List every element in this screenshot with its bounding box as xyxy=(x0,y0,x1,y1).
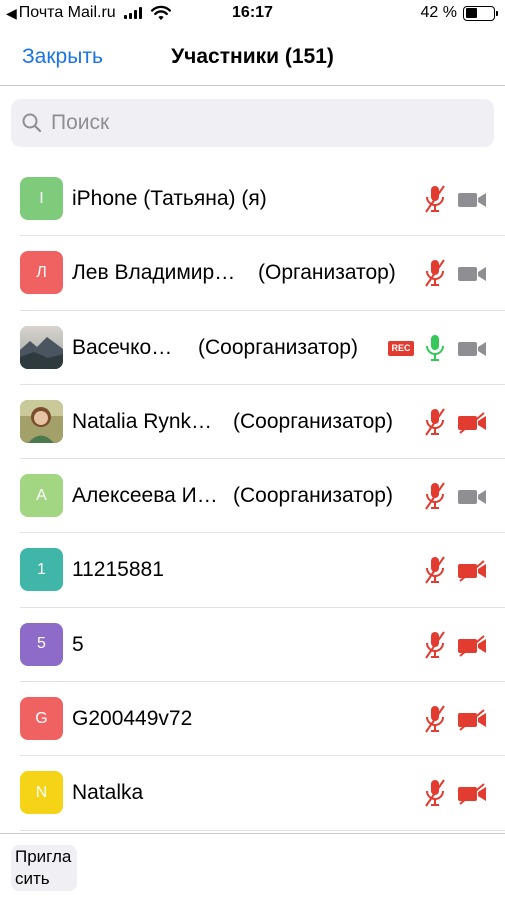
invite-button[interactable]: Пригласить xyxy=(11,845,77,891)
participant-row[interactable]: Л Лев Владимир… (Организатор) xyxy=(0,236,505,311)
video-camera-off-icon[interactable] xyxy=(457,783,487,806)
avatar: G xyxy=(20,697,63,741)
participant-list: IiPhone (Татьяна) (я) Л Лев Владимир… (Орга… xyxy=(0,162,505,831)
avatar: I xyxy=(20,177,63,220)
mic-muted-icon[interactable] xyxy=(423,480,447,512)
avatar: Л xyxy=(20,251,63,295)
participant-row[interactable]: 55 xyxy=(0,608,505,683)
participant-row[interactable]: Natalia Rynk… (Соорганизатор) xyxy=(0,385,505,460)
video-camera-icon[interactable] xyxy=(457,263,487,285)
avatar xyxy=(20,325,63,369)
participant-name: iPhone (Татьяна) (я) xyxy=(72,187,267,210)
avatar xyxy=(20,399,63,443)
avatar: N xyxy=(20,771,63,815)
search-bar[interactable] xyxy=(11,99,494,147)
search-icon xyxy=(22,113,42,133)
video-camera-icon[interactable] xyxy=(457,338,487,360)
video-camera-off-icon[interactable] xyxy=(457,412,487,434)
battery-icon xyxy=(463,5,498,21)
video-camera-icon[interactable] xyxy=(457,189,487,211)
mic-muted-icon[interactable] xyxy=(423,554,447,586)
participant-role: (Соорганизатор) xyxy=(233,484,393,508)
participant-name: G200449v72 xyxy=(72,707,193,731)
mic-muted-icon[interactable] xyxy=(423,703,447,735)
mic-icon[interactable] xyxy=(423,332,447,364)
participant-role: (Соорганизатор) xyxy=(233,409,393,433)
participant-name: Natalia Rynk… xyxy=(72,409,213,433)
search-input[interactable] xyxy=(51,111,471,135)
participant-row[interactable]: IiPhone (Татьяна) (я) xyxy=(0,162,505,237)
status-bar: ◀ Почта Mail.ru 16:17 42 % xyxy=(0,0,505,30)
status-bar-right: 42 % xyxy=(420,4,498,22)
participant-name: Алексеева И… xyxy=(72,484,218,508)
participant-name: 5 xyxy=(72,632,84,656)
participant-name: Natalka xyxy=(72,781,144,805)
video-camera-off-icon[interactable] xyxy=(457,560,487,583)
battery-percent: 42 % xyxy=(420,4,457,21)
mic-muted-icon[interactable] xyxy=(423,183,447,215)
avatar: 5 xyxy=(20,622,63,666)
participant-role: (Организатор) xyxy=(258,261,396,285)
participant-row[interactable]: 1 11215881 xyxy=(0,533,505,609)
battery-fill xyxy=(465,8,477,18)
mic-muted-icon[interactable] xyxy=(423,629,447,661)
participant-name: 11215881 xyxy=(72,558,164,582)
participant-row[interactable]: N Natalka xyxy=(0,756,505,831)
video-camera-off-icon[interactable] xyxy=(457,709,487,731)
participant-row[interactable]: G G200449v72 xyxy=(0,682,505,757)
video-camera-off-icon[interactable] xyxy=(457,635,487,657)
bottom-toolbar: Пригласить xyxy=(0,833,505,900)
recording-badge: REC xyxy=(388,340,414,356)
participant-name: Васечко… xyxy=(72,335,173,359)
mic-muted-icon[interactable] xyxy=(423,406,447,438)
participant-role: (Соорганизатор) xyxy=(198,335,358,359)
participant-row[interactable]: А Алексеева И… (Соорганизатор) xyxy=(0,459,505,534)
mic-muted-icon[interactable] xyxy=(423,257,447,289)
participant-name: Лев Владимир… xyxy=(72,261,236,285)
mic-muted-icon[interactable] xyxy=(423,777,447,809)
close-button[interactable]: Закрыть xyxy=(22,45,103,69)
avatar: 1 xyxy=(20,548,63,592)
video-camera-icon[interactable] xyxy=(457,486,487,508)
navigation-bar: Закрыть Участники (151) xyxy=(0,30,505,86)
avatar: А xyxy=(20,474,63,518)
participant-row[interactable]: Васечко… (Соорганизатор) REC xyxy=(0,311,505,386)
